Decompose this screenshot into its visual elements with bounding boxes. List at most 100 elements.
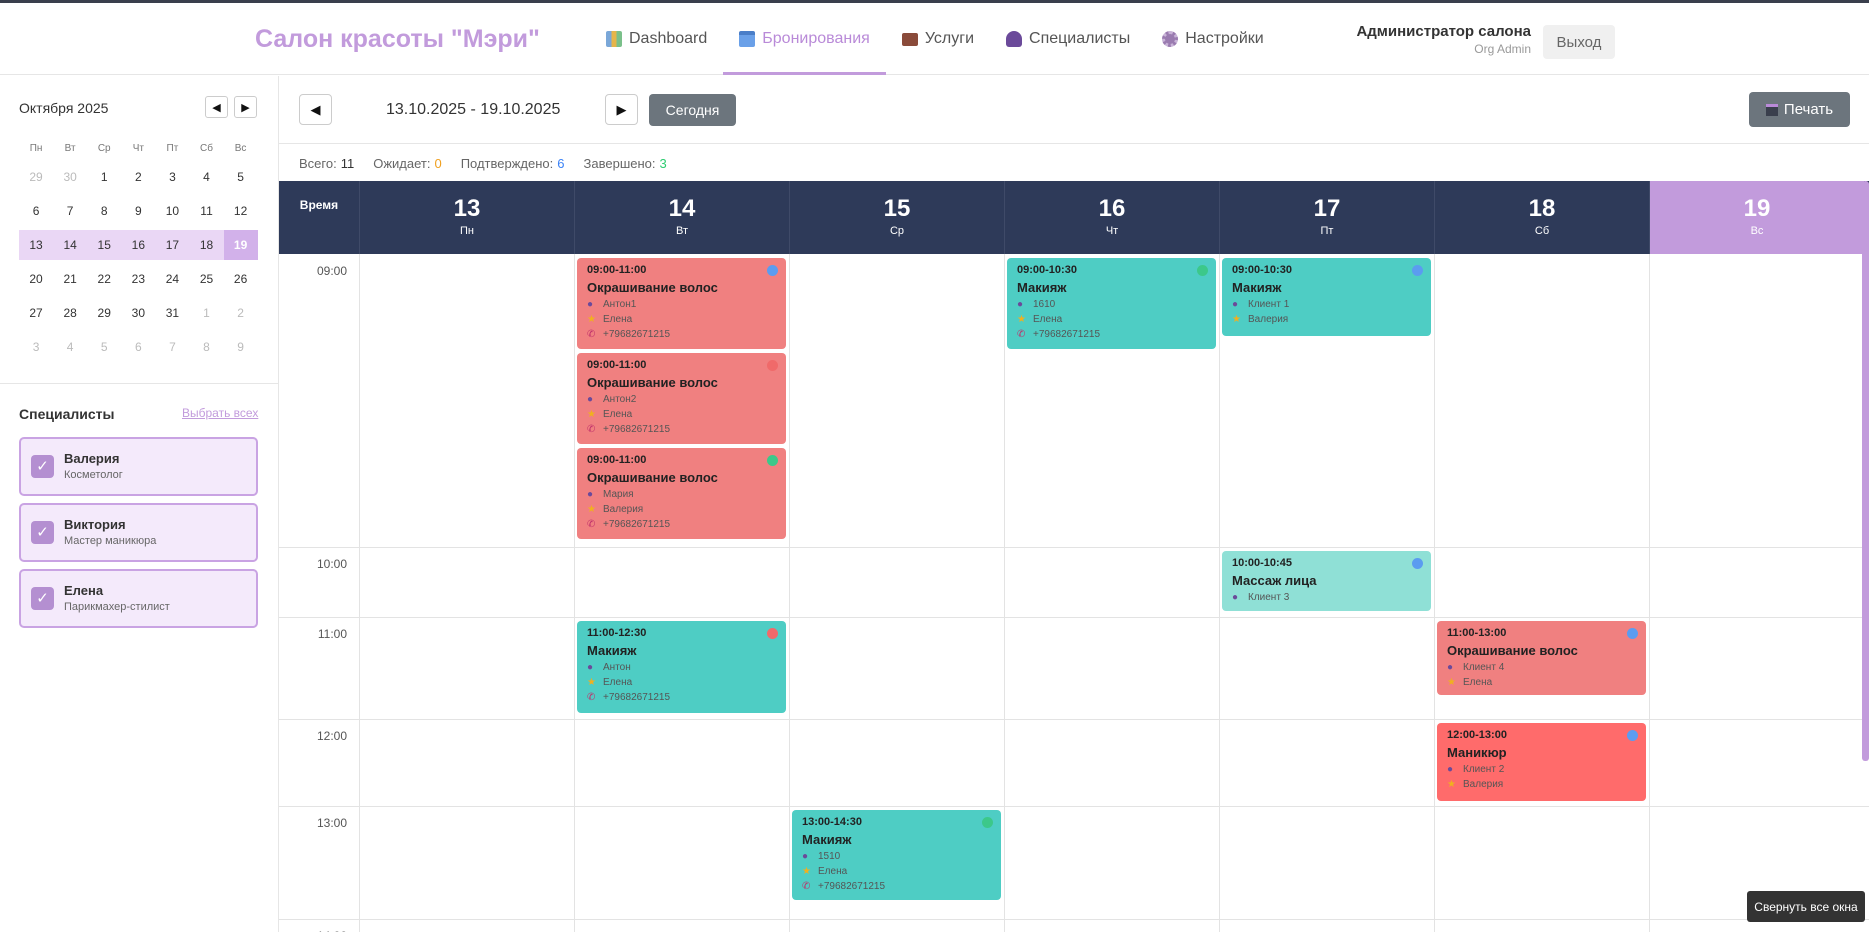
- grid-hour-line: [279, 919, 1869, 920]
- booking-phone-row: ✆ +79682671215: [587, 424, 776, 435]
- calendar-day[interactable]: 9: [224, 332, 258, 362]
- booking-phone: +79682671215: [603, 519, 671, 530]
- specialist-card[interactable]: ✓ Валерия Косметолог: [19, 437, 258, 496]
- checkbox-checked-icon[interactable]: ✓: [31, 455, 54, 478]
- day-column-header[interactable]: 16 Чт: [1004, 181, 1219, 254]
- booking-client: Антон2: [603, 394, 637, 405]
- booking-card[interactable]: 10:00-10:45 Массаж лица ● Клиент 3: [1222, 551, 1431, 611]
- stat-label: Всего:: [299, 155, 337, 171]
- client-icon: ●: [587, 299, 594, 310]
- day-number: 15: [883, 195, 911, 222]
- day-column-header[interactable]: 18 Сб: [1434, 181, 1649, 254]
- calendar-day[interactable]: 1: [189, 298, 223, 328]
- calendar-day[interactable]: 29: [19, 162, 53, 192]
- collapse-all-windows-button[interactable]: Свернуть все окна: [1747, 891, 1865, 922]
- calendar-day[interactable]: 5: [224, 162, 258, 192]
- calendar-day[interactable]: 27: [19, 298, 53, 328]
- calendar-day[interactable]: 18: [189, 230, 224, 260]
- specialist-card[interactable]: ✓ Виктория Мастер маникюра: [19, 503, 258, 562]
- chevron-right-icon: ▶: [241, 101, 250, 114]
- calendar-day[interactable]: 16: [121, 230, 156, 260]
- brand-title[interactable]: Салон красоты "Мэри": [255, 25, 540, 54]
- calendar-day[interactable]: 6: [19, 196, 53, 226]
- nav-specialists[interactable]: Специалисты: [990, 3, 1146, 75]
- booking-card[interactable]: 12:00-13:00 Маникюр ● Клиент 2 ★ Валерия: [1437, 723, 1646, 801]
- calendar-day[interactable]: 30: [121, 298, 155, 328]
- booking-client: Клиент 1: [1248, 299, 1290, 310]
- people-icon: [1006, 31, 1023, 47]
- nav-dashboard[interactable]: Dashboard: [590, 3, 723, 75]
- calendar-day[interactable]: 26: [224, 264, 258, 294]
- booking-card[interactable]: 09:00-11:00 Окрашивание волос ● Антон1 ★ Елен…: [577, 258, 786, 349]
- calendar-day[interactable]: 7: [53, 196, 87, 226]
- client-icon: ●: [1447, 764, 1454, 775]
- booking-card[interactable]: 13:00-14:30 Макияж ● 1510 ★ Елена ✆ +7968267121…: [792, 810, 1001, 900]
- calendar-day[interactable]: 2: [224, 298, 258, 328]
- booking-card[interactable]: 11:00-12:30 Макияж ● Антон ★ Елена ✆ +796826712…: [577, 621, 786, 713]
- booking-card[interactable]: 09:00-11:00 Окрашивание волос ● Антон2 ★ Елен…: [577, 353, 786, 444]
- nav-services[interactable]: Услуги: [886, 3, 990, 75]
- calendar-day[interactable]: 29: [87, 298, 121, 328]
- calendar-prev-button[interactable]: ◀: [205, 96, 228, 118]
- booking-time: 10:00-10:45: [1232, 557, 1292, 569]
- next-week-button[interactable]: ▶: [605, 94, 638, 125]
- booking-card[interactable]: 11:00-13:00 Окрашивание волос ● Клиент 4 ★ Ел…: [1437, 621, 1646, 695]
- day-column-header[interactable]: 14 Вт: [574, 181, 789, 254]
- logout-button[interactable]: Выход: [1543, 25, 1615, 59]
- grid-column-line: [359, 254, 360, 932]
- calendar-day[interactable]: 22: [87, 264, 121, 294]
- calendar-next-button[interactable]: ▶: [234, 96, 257, 118]
- day-name: Чт: [1105, 225, 1119, 237]
- calendar-day[interactable]: 30: [53, 162, 87, 192]
- calendar-day[interactable]: 1: [87, 162, 121, 192]
- calendar-day[interactable]: 15: [87, 230, 122, 260]
- day-column-header[interactable]: 13 Пн: [359, 181, 574, 254]
- calendar-day[interactable]: 17: [155, 230, 190, 260]
- day-column-header[interactable]: 15 Ср: [789, 181, 1004, 254]
- select-all-link[interactable]: Выбрать всех: [182, 406, 258, 420]
- calendar-day[interactable]: 12: [224, 196, 258, 226]
- calendar-day[interactable]: 19: [223, 230, 258, 260]
- calendar-day[interactable]: 23: [121, 264, 155, 294]
- nav-specialists-label: Специалисты: [1029, 30, 1131, 47]
- calendar-day[interactable]: 28: [53, 298, 87, 328]
- booking-phone: +79682671215: [603, 329, 671, 340]
- calendar-day[interactable]: 13: [19, 230, 54, 260]
- today-button[interactable]: Сегодня: [649, 94, 736, 126]
- booking-card[interactable]: 09:00-10:30 Макияж ● Клиент 1 ★ Валерия: [1222, 258, 1431, 336]
- booking-specialist: Валерия: [1248, 314, 1289, 325]
- checkbox-checked-icon[interactable]: ✓: [31, 587, 54, 610]
- booking-card[interactable]: 09:00-10:30 Макияж ● 1610 ★ Елена ✆ +7968267121…: [1007, 258, 1216, 349]
- calendar-day[interactable]: 31: [155, 298, 189, 328]
- print-button[interactable]: Печать: [1749, 92, 1850, 127]
- calendar-day[interactable]: 25: [189, 264, 223, 294]
- calendar-day[interactable]: 10: [155, 196, 189, 226]
- calendar-day[interactable]: 6: [121, 332, 155, 362]
- calendar-day[interactable]: 4: [189, 162, 223, 192]
- calendar-day[interactable]: 8: [87, 196, 121, 226]
- calendar-day[interactable]: 20: [19, 264, 53, 294]
- calendar-day[interactable]: 5: [87, 332, 121, 362]
- day-column-header[interactable]: 19 Вс: [1649, 181, 1864, 254]
- booking-card[interactable]: 09:00-11:00 Окрашивание волос ● Мария ★ Валер…: [577, 448, 786, 539]
- star-icon: ★: [1232, 314, 1241, 325]
- calendar-day[interactable]: 24: [155, 264, 189, 294]
- day-column-header[interactable]: 17 Пт: [1219, 181, 1434, 254]
- star-icon: ★: [587, 314, 596, 325]
- calendar-day[interactable]: 7: [155, 332, 189, 362]
- calendar-day[interactable]: 9: [121, 196, 155, 226]
- calendar-day[interactable]: 2: [121, 162, 155, 192]
- specialist-card[interactable]: ✓ Елена Парикмахер-стилист: [19, 569, 258, 628]
- grid-scrollbar[interactable]: [1862, 181, 1869, 761]
- nav-settings[interactable]: Настройки: [1146, 3, 1279, 75]
- calendar-day[interactable]: 3: [155, 162, 189, 192]
- calendar-day[interactable]: 21: [53, 264, 87, 294]
- nav-bookings[interactable]: Бронирования: [723, 3, 886, 75]
- calendar-day[interactable]: 8: [189, 332, 223, 362]
- checkbox-checked-icon[interactable]: ✓: [31, 521, 54, 544]
- calendar-day[interactable]: 3: [19, 332, 53, 362]
- calendar-day[interactable]: 14: [53, 230, 88, 260]
- calendar-day[interactable]: 4: [53, 332, 87, 362]
- calendar-day[interactable]: 11: [189, 196, 223, 226]
- prev-week-button[interactable]: ◀: [299, 94, 332, 125]
